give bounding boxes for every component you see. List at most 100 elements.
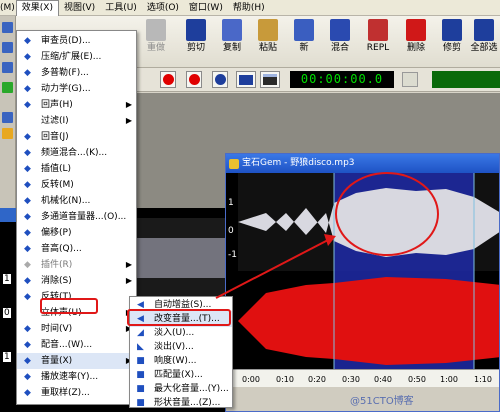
menu-item-time[interactable]: ◆时间(V)▶ xyxy=(17,321,136,337)
menu-item-options[interactable]: 选项(O) xyxy=(142,0,184,16)
replace-button[interactable]: REPL xyxy=(362,18,394,64)
window-title: 宝石Gem - 野狼disco.mp3 xyxy=(242,158,355,168)
delete-button[interactable]: 删除 xyxy=(400,18,432,64)
replace-label: REPL xyxy=(366,43,390,53)
record-icon xyxy=(214,74,226,85)
offset-icon: ◆ xyxy=(24,228,31,238)
menu-item-tools[interactable]: 工具(U) xyxy=(100,0,142,16)
redo-button[interactable]: 重做 xyxy=(140,18,172,64)
play-icon xyxy=(2,82,13,93)
time-icon: ◆ xyxy=(24,324,31,334)
back-channel-label: 0 xyxy=(3,308,11,318)
copy-button[interactable]: 复制 xyxy=(216,18,248,64)
tick-label: 0:20 xyxy=(308,375,326,384)
selection-highlight-ellipse xyxy=(335,172,439,256)
effects-menu: ◆ 审查员(D)... ◆ 压缩/扩展(E)... ◆ 多普勒(F)... ◆ 动力学(… xyxy=(16,30,137,405)
maximize-volume-icon: ■ xyxy=(136,384,145,394)
delete-label: 删除 xyxy=(406,43,425,53)
tick-label: 1:00 xyxy=(440,375,458,384)
tick-label: 0:10 xyxy=(276,375,294,384)
menu-item-echo[interactable]: ◆ 回声(H) ▶ xyxy=(17,97,136,113)
menu-item-view[interactable]: 视图(V) xyxy=(59,0,100,16)
menu-item-dynamics[interactable]: ◆ 动力学(G)... xyxy=(17,81,136,97)
menu-item-multichannel[interactable]: ◆ 多通道音量器...(O)... xyxy=(17,209,136,225)
cut-label: 剪切 xyxy=(186,43,205,53)
menu-item-filter[interactable]: 过滤(I) ▶ xyxy=(17,113,136,129)
playback-rate-icon: ◆ xyxy=(24,372,31,382)
mix-label: 混合 xyxy=(330,43,349,53)
app-icon xyxy=(229,159,239,169)
paste-button[interactable]: 粘贴 xyxy=(252,18,284,64)
replace-icon xyxy=(368,19,388,41)
time-ruler: 0:00 0:10 0:20 0:30 0:40 0:50 1:00 1:10 xyxy=(226,369,499,387)
resample-icon: ◆ xyxy=(24,388,31,398)
back-channel-label: 1 xyxy=(3,352,11,362)
match-volume-icon: ■ xyxy=(136,370,145,380)
trim-label: 修剪 xyxy=(442,43,461,53)
channel-label-0: 0 xyxy=(228,226,234,236)
mix-button[interactable]: 混合 xyxy=(324,18,356,64)
cut-button[interactable]: 剪切 xyxy=(180,18,212,64)
tick-label: 0:50 xyxy=(408,375,426,384)
menu-item-mechanize[interactable]: ◆ 机械化(N)... xyxy=(17,193,136,209)
pitch-icon: ◆ xyxy=(24,244,31,254)
volume-icon: ◆ xyxy=(24,356,31,366)
tick-label: 0:00 xyxy=(242,375,260,384)
mailbox-button[interactable] xyxy=(236,71,256,88)
tick-label: 1:10 xyxy=(474,375,492,384)
menu-item-pitch[interactable]: ◆ 音高(Q)... xyxy=(17,241,136,257)
tool-icon xyxy=(2,22,13,33)
copy-label: 复制 xyxy=(222,43,241,53)
menu-item-censor[interactable]: ◆ 审查员(D)... xyxy=(17,33,136,49)
menu-item-doppler[interactable]: ◆ 多普勒(F)... xyxy=(17,65,136,81)
trim-button[interactable]: 修剪 xyxy=(436,18,468,64)
mechanize-icon: ◆ xyxy=(24,196,31,206)
invert-icon: ◆ xyxy=(24,180,31,190)
panel-icon xyxy=(263,74,277,85)
menu-item-remove[interactable]: ◆ 消除(S) ▶ xyxy=(17,273,136,289)
menu-item-help[interactable]: 帮助(H) xyxy=(228,0,270,16)
menu-item-dub[interactable]: ◆ 配音...(W)... xyxy=(17,337,136,353)
record-alt-button[interactable] xyxy=(186,71,202,88)
menu-item-compress[interactable]: ◆ 压缩/扩展(E)... xyxy=(17,49,136,65)
menu-item-plugin[interactable]: ◆ 插件(R) ▶ xyxy=(17,257,136,273)
censor-icon: ◆ xyxy=(24,36,31,46)
menu-item-volume[interactable]: ◆音量(X)▶ xyxy=(17,353,136,369)
star-icon xyxy=(2,128,13,139)
interpolate-icon: ◆ xyxy=(24,164,31,174)
panel-button[interactable] xyxy=(260,71,280,88)
doppler-icon: ◆ xyxy=(24,68,31,78)
shape-volume-icon: ■ xyxy=(136,398,145,408)
watermark: @51CTO博客 xyxy=(350,396,414,407)
menu-item-effects[interactable]: 效果(X) xyxy=(15,0,59,16)
reverb-icon: ◆ xyxy=(24,132,31,142)
menu-item-invert[interactable]: ◆ 反转(M) xyxy=(17,177,136,193)
front-window-titlebar[interactable]: 宝石Gem - 野狼disco.mp3 xyxy=(226,154,499,173)
multichannel-icon: ◆ xyxy=(24,212,31,222)
new-label: 新 xyxy=(299,43,309,53)
record-icon xyxy=(162,74,174,85)
menu-item-resample[interactable]: ◆ 重取样(Z)... xyxy=(17,385,136,401)
paste-label: 粘贴 xyxy=(258,43,277,53)
menu-item-channel-mix[interactable]: ◆ 频道混合...(K)... xyxy=(17,145,136,161)
filter-icon xyxy=(22,116,33,126)
ok-icon xyxy=(239,74,253,85)
menu-item-shape-volume[interactable]: ■ 形状音量...(Z)... xyxy=(130,395,232,411)
time-mode-button[interactable] xyxy=(402,72,418,87)
menu-item-reverb[interactable]: ◆ 回音(J) xyxy=(17,129,136,145)
select-all-button[interactable]: 全部选 xyxy=(468,18,500,64)
channel-label-1: 1 xyxy=(228,198,234,208)
submenu-arrow-icon: ▶ xyxy=(125,100,132,109)
menu-item-partial[interactable]: (M) xyxy=(0,0,16,16)
record-button[interactable] xyxy=(160,71,176,88)
menu-item-playback-rate[interactable]: ◆ 播放速率(Y)... xyxy=(17,369,136,385)
new-button[interactable]: 新 xyxy=(288,18,320,64)
menu-item-offset[interactable]: ◆ 偏移(P) xyxy=(17,225,136,241)
tool-icon xyxy=(2,62,13,73)
menu-item-interpolate[interactable]: ◆ 插值(L) xyxy=(17,161,136,177)
menu-item-window[interactable]: 窗口(W) xyxy=(184,0,228,16)
dub-icon: ◆ xyxy=(24,340,31,350)
channel-mix-icon: ◆ xyxy=(24,148,31,158)
redo-icon xyxy=(146,19,166,41)
record-loop-button[interactable] xyxy=(212,71,228,88)
